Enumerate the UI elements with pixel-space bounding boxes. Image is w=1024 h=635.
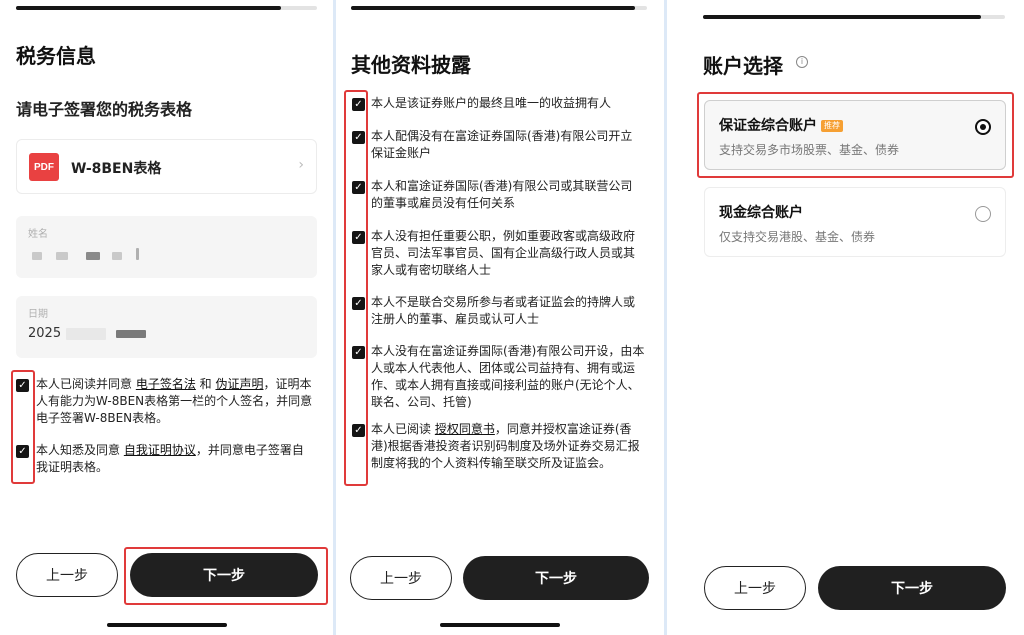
next-button[interactable]: 下一步 — [463, 556, 649, 600]
redacted-block — [136, 248, 139, 260]
back-button[interactable]: 上一步 — [16, 553, 118, 597]
redacted-block — [32, 252, 42, 260]
tax-info-panel: 税务信息 请电子签署您的税务表格 PDF W-8BEN表格 › 姓名 日期 20… — [0, 0, 333, 635]
chevron-right-icon: › — [298, 157, 304, 173]
disclosure-item: 本人不是联合交易所参与者或者证监会的持牌人或注册人的董事、雇员或认可人士 — [371, 295, 636, 326]
redacted-block — [112, 252, 122, 260]
radio-unselected[interactable] — [975, 206, 991, 222]
pdf-form-label: W-8BEN表格 — [71, 161, 162, 177]
name-field-label: 姓名 — [28, 229, 48, 240]
cash-account-option[interactable]: 现金综合账户 仅支持交易港股、基金、债券 — [704, 187, 1006, 257]
self-cert-agreement-link[interactable]: 自我证明协议 — [124, 443, 196, 457]
page-title: 其他资料披露 — [351, 53, 471, 77]
redacted-block — [56, 252, 68, 260]
esign-law-link[interactable]: 电子签名法 — [136, 377, 196, 391]
next-button[interactable]: 下一步 — [818, 566, 1006, 610]
progress-fill — [351, 6, 636, 10]
disclosure-panel: 其他资料披露 ✓ 本人是该证券账户的最终且唯一的收益拥有人 ✓ 本人配偶没有在富… — [336, 0, 664, 635]
progress-fill — [16, 6, 281, 10]
highlight-box — [11, 370, 35, 484]
disclosure-item: 本人没有担任重要公职，例如重要政客或高级政府官员、司法军事官员、国有企业高级行政… — [371, 229, 636, 277]
highlight-box — [124, 547, 328, 605]
date-field-label: 日期 — [28, 309, 48, 320]
section-subtitle: 请电子签署您的税务表格 — [16, 100, 193, 119]
panel-divider — [664, 0, 667, 635]
highlight-box — [697, 92, 1014, 178]
home-indicator — [107, 623, 227, 627]
account-description: 仅支持交易港股、基金、债券 — [719, 230, 876, 244]
date-field[interactable]: 日期 2025 — [16, 296, 317, 358]
redacted-block — [66, 328, 106, 340]
progress-bar — [351, 6, 647, 10]
disclosure-item: 本人没有在富途证券国际(香港)有限公司开设，由本人或本人代表他人、团体或公司益持… — [371, 344, 645, 409]
progress-fill — [703, 15, 981, 19]
redacted-block — [116, 330, 146, 338]
w8ben-form-card[interactable]: PDF W-8BEN表格 › — [16, 139, 317, 194]
authorization-consent-link[interactable]: 授权同意书 — [435, 422, 495, 436]
info-icon[interactable]: i — [796, 56, 808, 68]
self-cert-consent-text: 本人知悉及同意 自我证明协议，并同意电子签署自我证明表格。 — [36, 443, 304, 474]
pdf-icon: PDF — [29, 153, 59, 181]
disclosure-item: 本人配偶没有在富途证券国际(香港)有限公司开立保证金账户 — [371, 129, 633, 160]
highlight-box — [344, 90, 368, 486]
date-field-value: 2025 — [28, 326, 62, 341]
back-button[interactable]: 上一步 — [704, 566, 806, 610]
disclosure-item: 本人已阅读 授权同意书，同意并授权富途证券(香港)根据香港投资者识别码制度及场外… — [371, 422, 640, 470]
name-field[interactable]: 姓名 — [16, 216, 317, 278]
back-button[interactable]: 上一步 — [350, 556, 452, 600]
perjury-statement-link[interactable]: 伪证声明 — [215, 377, 263, 391]
esign-consent-text: 本人已阅读并同意 电子签名法 和 伪证声明，证明本人有能力为W-8BEN表格第一… — [36, 377, 313, 425]
progress-bar — [703, 15, 1005, 19]
redacted-block — [86, 252, 100, 260]
page-title: 账户选择 — [703, 54, 783, 78]
home-indicator — [440, 623, 560, 627]
account-name: 现金综合账户 — [719, 205, 803, 221]
disclosure-item: 本人和富途证券国际(香港)有限公司或其联营公司的董事或雇员没有任何关系 — [371, 179, 633, 210]
progress-bar — [16, 6, 317, 10]
page-title: 税务信息 — [16, 44, 96, 68]
disclosure-item: 本人是该证券账户的最终且唯一的收益拥有人 — [371, 96, 612, 110]
